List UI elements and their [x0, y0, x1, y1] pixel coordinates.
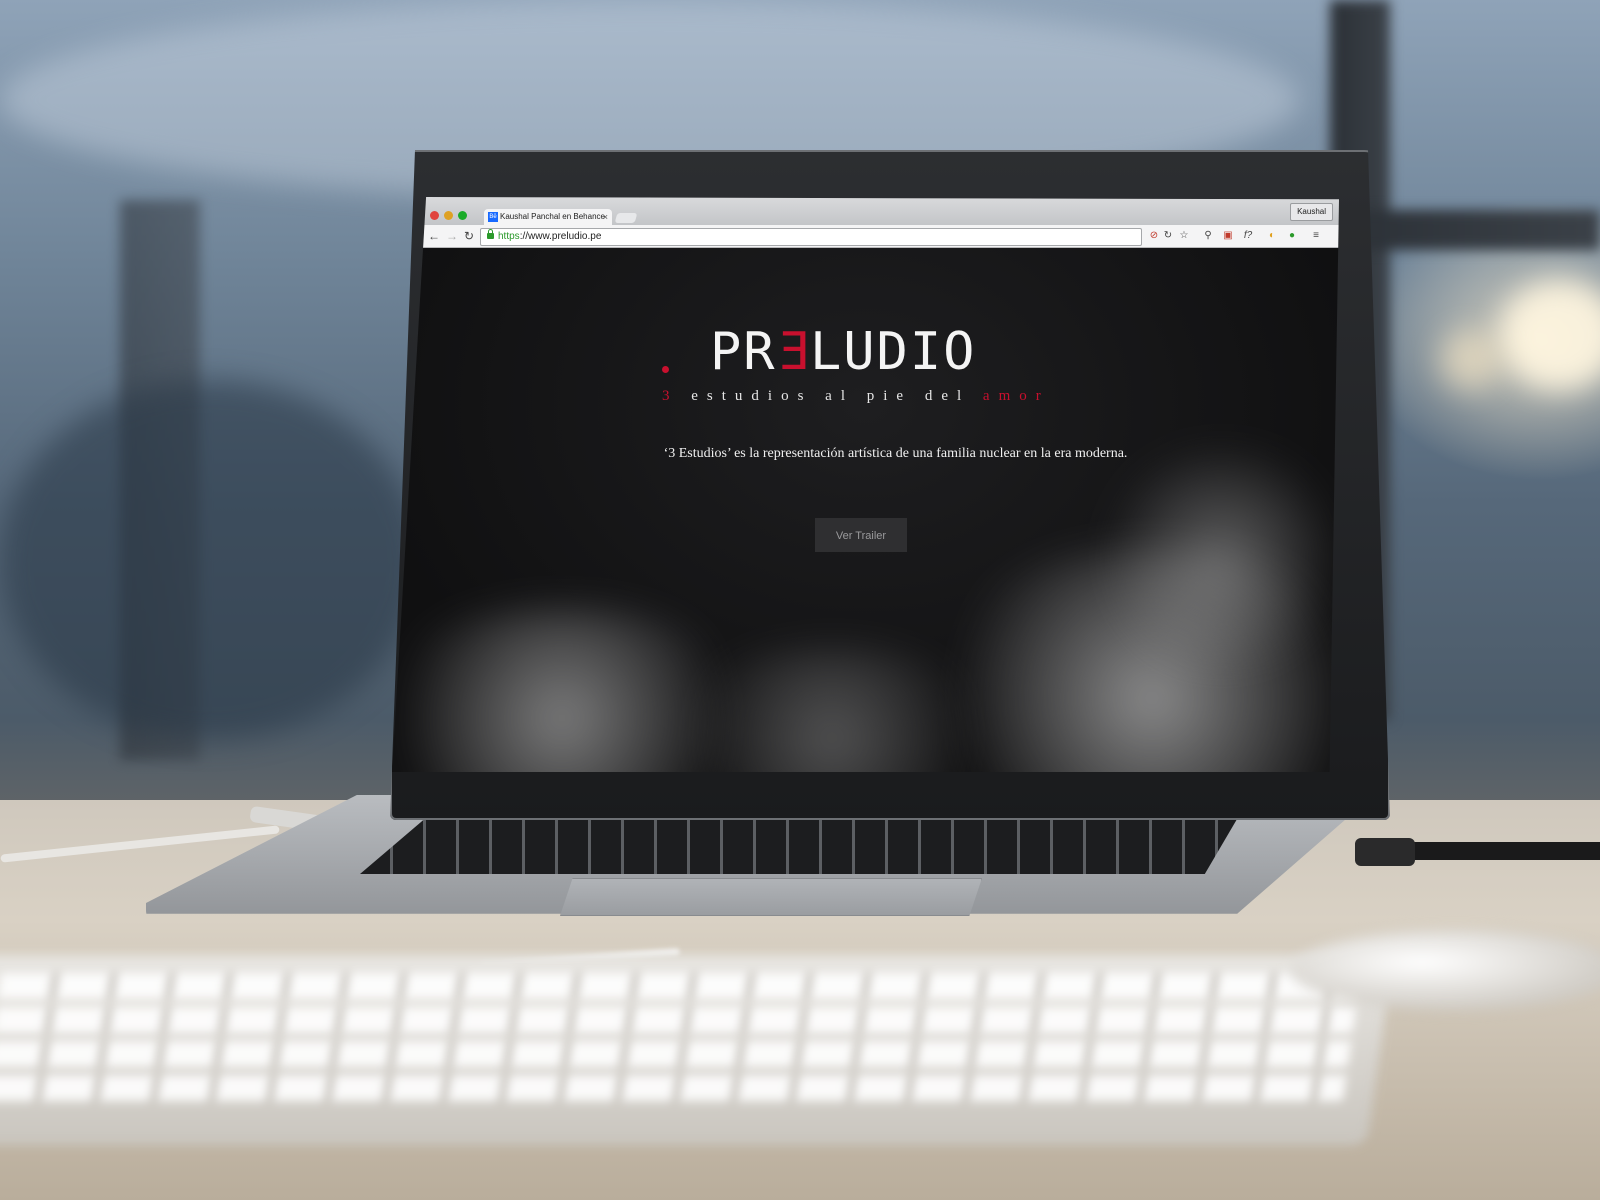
window-close-icon[interactable] [430, 211, 439, 220]
behance-favicon-icon: Bē [488, 211, 498, 222]
tab-close-icon[interactable]: × [603, 209, 608, 225]
browser-toolbar: ← → ↻ https://www.preludio.pe ⊘ ↻ ☆ ⚲ ▣ … [392, 225, 1339, 248]
external-mouse [1290, 930, 1600, 1010]
url-scheme: https [498, 231, 520, 242]
extension-green-icon[interactable]: ● [1286, 230, 1298, 242]
url-host: ://www.preludio.pe [519, 231, 602, 242]
preludio-page: PRELUDIO 3 estudios al pie del amor ‘3 E… [392, 248, 1339, 772]
keyboard-key-row [0, 1075, 1347, 1101]
tagline-middle: estudios al pie del [691, 388, 971, 404]
cable-right-connector [1355, 838, 1415, 866]
keyboard-key-row [0, 1041, 1352, 1067]
brand-tagline: 3 estudios al pie del amor [662, 388, 1050, 405]
browser-tabstrip: Bē Kaushal Panchal en Behance × Kaushal [392, 197, 1339, 225]
extension-font-icon[interactable]: f? [1242, 230, 1254, 242]
page-description: ‘3 Estudios’ es la representación artíst… [663, 446, 1128, 461]
window-light-glow-small [1440, 330, 1500, 390]
background-trees [0, 380, 420, 740]
back-arrow-icon[interactable]: ← [428, 228, 440, 244]
brand-title-mirrored-letter: E [776, 322, 810, 382]
external-keyboard [0, 955, 1394, 1145]
keyboard-key-row [0, 973, 1361, 999]
tagline-number: 3 [662, 388, 679, 404]
browser-tab-active[interactable]: Bē Kaushal Panchal en Behance × [484, 209, 612, 225]
extension-eyedropper-icon[interactable]: ⚲ [1202, 230, 1214, 242]
smoke-effect [1092, 448, 1339, 668]
window-light-glow [1500, 280, 1600, 390]
reload-icon[interactable]: ↻ [464, 228, 474, 244]
keyboard-key-row [0, 1007, 1357, 1033]
menu-icon[interactable]: ≡ [1310, 230, 1322, 242]
new-tab-button[interactable] [614, 213, 638, 223]
address-bar[interactable]: https://www.preludio.pe [480, 228, 1142, 246]
bookmark-star-icon[interactable]: ☆ [1178, 230, 1190, 242]
laptop-trackpad [560, 878, 982, 916]
tagline-end: amor [982, 388, 1050, 404]
laptop-screen: Bē Kaushal Panchal en Behance × Kaushal ←… [392, 197, 1339, 772]
brand-title: PRELUDIO [710, 322, 976, 382]
brand-title-suffix: LUDIO [809, 322, 977, 382]
window-zoom-icon[interactable] [458, 211, 467, 220]
extension-palette-icon[interactable]: ◐ [1266, 230, 1278, 242]
brand-title-prefix: PR [710, 322, 777, 382]
extension-sync-icon[interactable]: ↻ [1162, 230, 1174, 242]
ver-trailer-button[interactable]: Ver Trailer [815, 518, 907, 552]
tab-title: Kaushal Panchal en Behance [500, 212, 605, 221]
photo-scene: Bē Kaushal Panchal en Behance × Kaushal ←… [0, 0, 1600, 1200]
extension-pocket-icon[interactable]: ▣ [1222, 230, 1234, 242]
forward-arrow-icon[interactable]: → [446, 228, 458, 244]
lock-icon [487, 229, 494, 240]
brand-dot [662, 366, 669, 373]
window-minimize-icon[interactable] [444, 211, 453, 220]
laptop-keyboard [360, 814, 1240, 874]
profile-button[interactable]: Kaushal [1290, 203, 1333, 221]
extension-block-icon[interactable]: ⊘ [1148, 230, 1160, 242]
